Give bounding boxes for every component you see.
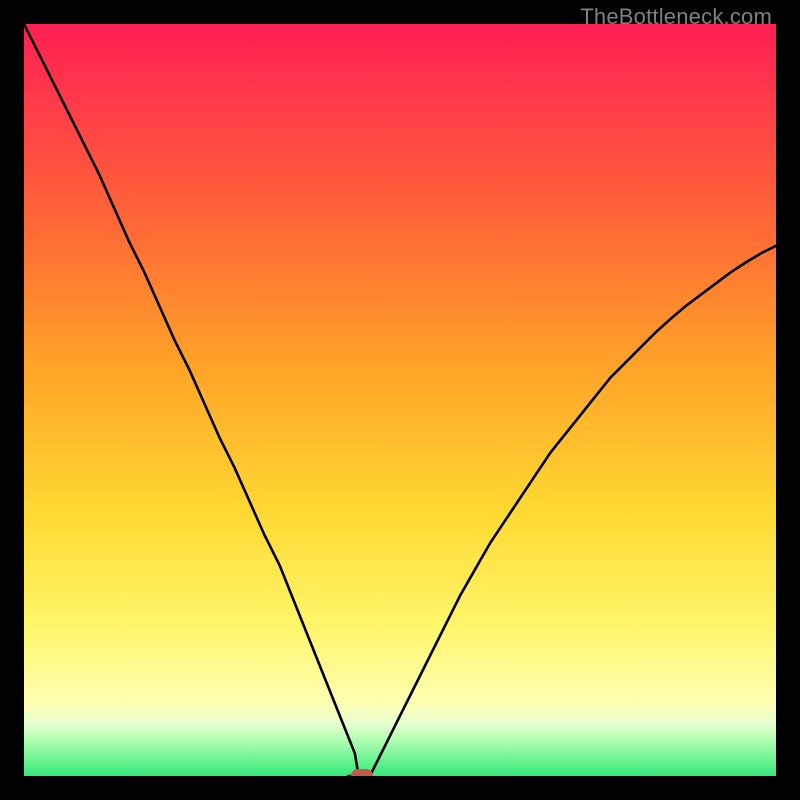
chart-frame: TheBottleneck.com bbox=[0, 0, 800, 800]
watermark-label: TheBottleneck.com bbox=[580, 4, 772, 30]
bottleneck-curve bbox=[24, 24, 776, 776]
optimum-marker bbox=[351, 769, 373, 776]
curve-path bbox=[24, 24, 776, 776]
plot-area bbox=[24, 24, 776, 776]
